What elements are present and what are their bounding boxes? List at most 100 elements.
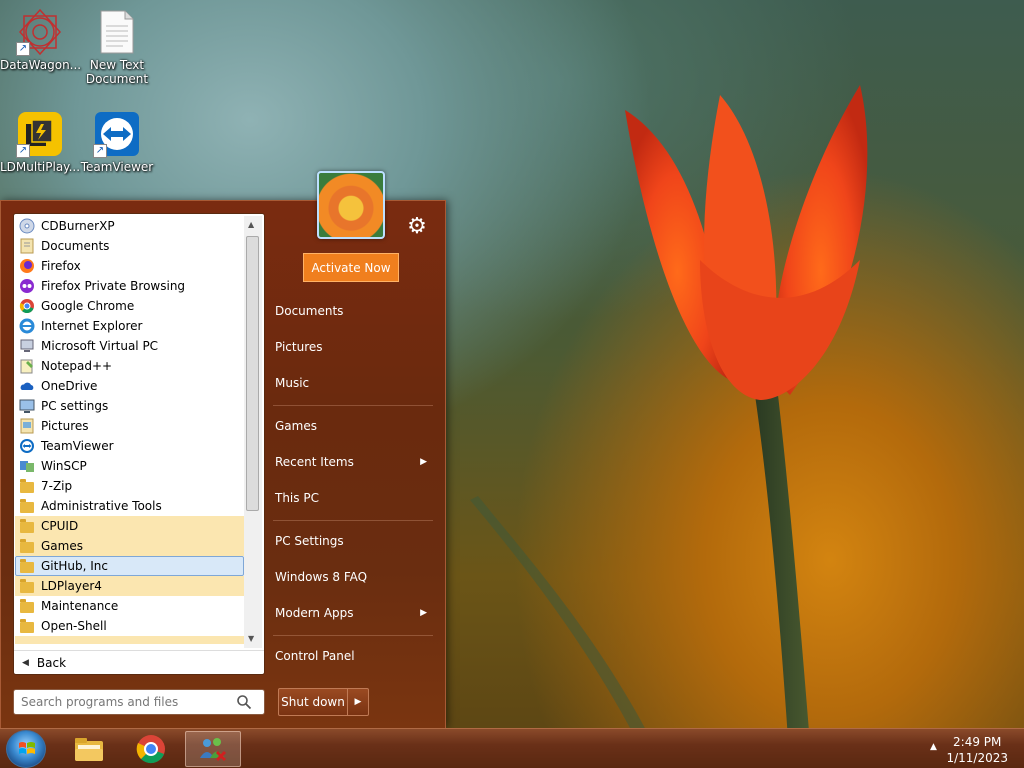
program-label: CDBurnerXP <box>41 219 115 233</box>
desktop-icon-teamviewer[interactable]: ↗ TeamViewer <box>77 110 157 174</box>
program-label: Firefox <box>41 259 81 273</box>
program-item-onedrive[interactable]: OneDrive <box>15 376 244 396</box>
activate-now-button[interactable]: Activate Now <box>303 253 399 282</box>
program-label: Internet Explorer <box>41 319 143 333</box>
program-item-internet-explorer[interactable]: Internet Explorer <box>15 316 244 336</box>
program-item-pictures[interactable]: Pictures <box>15 416 244 436</box>
program-item-firefox-private[interactable]: Firefox Private Browsing <box>15 276 244 296</box>
back-arrow-icon: ◀ <box>22 657 29 668</box>
program-item-games[interactable]: Games <box>15 536 244 556</box>
firefox-icon <box>19 258 35 274</box>
program-label: Notepad++ <box>41 359 113 373</box>
network-app-icon <box>200 738 227 762</box>
menu-separator <box>273 405 433 406</box>
desktop-icon-label: TeamViewer <box>80 160 154 174</box>
program-label: PC settings <box>41 399 109 413</box>
right-link-label: Pictures <box>275 340 323 354</box>
program-item-microsoft-virtual-pc[interactable]: Microsoft Virtual PC <box>15 336 244 356</box>
program-item-7-zip[interactable]: 7-Zip <box>15 476 244 496</box>
chrome-icon <box>19 298 35 314</box>
program-label: 7-Zip <box>41 479 73 493</box>
right-link-label: Games <box>275 419 317 433</box>
program-item-pc-settings[interactable]: PC settings <box>15 396 244 416</box>
notepadpp-icon <box>19 358 35 374</box>
teamviewer-icon <box>19 438 35 454</box>
desktop-icon-label: DataWagon... <box>0 58 82 72</box>
program-item-cpuid[interactable]: CPUID <box>15 516 244 536</box>
file-explorer-icon <box>75 738 103 761</box>
right-link-music[interactable]: Music <box>267 368 437 398</box>
virtual-pc-icon <box>19 338 35 354</box>
desktop-icon-ldmultiplayer[interactable]: ↗ LDMultiPlay... <box>0 110 80 174</box>
scroll-up-icon[interactable]: ▲ <box>248 220 254 229</box>
right-link-label: Music <box>275 376 310 390</box>
search-input[interactable] <box>21 695 236 709</box>
program-label: TeamViewer <box>41 439 114 453</box>
clock-date: 1/11/2023 <box>946 751 1008 765</box>
right-link-games[interactable]: Games <box>267 411 437 441</box>
program-item-teamviewer[interactable]: TeamViewer <box>15 436 244 456</box>
right-link-label: Modern Apps <box>275 606 354 620</box>
right-link-windows-8-faq[interactable]: Windows 8 FAQ <box>267 562 437 592</box>
shutdown-options-arrow-icon[interactable]: ▶ <box>348 689 368 715</box>
pictures-icon <box>19 418 35 434</box>
back-button[interactable]: ◀ Back <box>14 650 264 674</box>
program-label: Microsoft Virtual PC <box>41 339 159 353</box>
program-item-open-shell[interactable]: Open-Shell <box>15 616 244 636</box>
start-button[interactable] <box>6 730 46 768</box>
search-box[interactable] <box>13 689 265 715</box>
scroll-down-icon[interactable]: ▼ <box>248 634 254 643</box>
right-link-documents[interactable]: Documents <box>267 296 437 326</box>
folder-icon <box>19 498 35 514</box>
program-item-firefox[interactable]: Firefox <box>15 256 244 276</box>
desktop-icon-new-text-document[interactable]: New Text Document <box>77 8 157 86</box>
search-icon[interactable] <box>236 694 252 710</box>
right-link-pictures[interactable]: Pictures <box>267 332 437 362</box>
start-menu: CDBurnerXP Documents Firefox Firefox Pri… <box>0 171 446 728</box>
right-link-label: PC Settings <box>275 534 344 548</box>
folder-icon <box>19 558 35 574</box>
right-link-pc-settings[interactable]: PC Settings <box>267 526 437 556</box>
desktop-icon-datawagon[interactable]: ↗ DataWagon... <box>0 8 82 72</box>
program-label: CPUID <box>41 519 79 533</box>
programs-panel: CDBurnerXP Documents Firefox Firefox Pri… <box>13 213 265 675</box>
desktop-icon-label: LDMultiPlay... <box>0 160 81 174</box>
back-label: Back <box>36 655 67 670</box>
program-label: WinSCP <box>41 459 87 473</box>
program-label: Firefox Private Browsing <box>41 279 186 293</box>
scroll-thumb[interactable] <box>246 236 259 511</box>
firefox-private-icon <box>19 278 35 294</box>
program-item-administrative-tools[interactable]: Administrative Tools <box>15 496 244 516</box>
program-item-documents[interactable]: Documents <box>15 236 244 256</box>
right-link-this-pc[interactable]: This PC <box>267 483 437 513</box>
program-item-winscp[interactable]: WinSCP <box>15 456 244 476</box>
program-label: Documents <box>41 239 110 253</box>
pc-settings-icon <box>19 398 35 414</box>
show-hidden-icons-arrow[interactable]: ▲ <box>930 742 937 752</box>
taskbar-file-explorer[interactable] <box>61 731 117 767</box>
program-item-cdburnerxp[interactable]: CDBurnerXP <box>15 216 244 236</box>
right-link-label: This PC <box>275 491 319 505</box>
folder-icon <box>19 518 35 534</box>
program-item-google-chrome[interactable]: Google Chrome <box>15 296 244 316</box>
right-link-modern-apps[interactable]: Modern Apps ▶ <box>267 598 437 628</box>
program-item-partial[interactable] <box>15 636 244 644</box>
ie-icon <box>19 318 35 334</box>
program-item-ldplayer4[interactable]: LDPlayer4 <box>15 576 244 596</box>
program-list-scrollbar[interactable]: ▲ ▼ <box>244 216 262 648</box>
program-label: GitHub, Inc <box>41 559 108 573</box>
right-link-control-panel[interactable]: Control Panel <box>267 641 437 671</box>
taskbar-chrome[interactable] <box>123 731 179 767</box>
text-document-icon <box>93 8 141 56</box>
program-item-maintenance[interactable]: Maintenance <box>15 596 244 616</box>
onedrive-icon <box>19 378 35 394</box>
taskbar-clock[interactable]: 2:49 PM 1/11/2023 <box>946 734 1008 766</box>
taskbar-network-app[interactable] <box>185 731 241 767</box>
right-link-recent-items[interactable]: Recent Items ▶ <box>267 447 437 477</box>
program-item-github[interactable]: GitHub, Inc <box>15 556 244 576</box>
shutdown-button[interactable]: Shut down <box>279 689 348 715</box>
program-item-notepad-plus-plus[interactable]: Notepad++ <box>15 356 244 376</box>
gear-icon[interactable]: ⚙ <box>405 215 429 239</box>
program-label: OneDrive <box>41 379 98 393</box>
user-avatar[interactable] <box>317 171 385 239</box>
